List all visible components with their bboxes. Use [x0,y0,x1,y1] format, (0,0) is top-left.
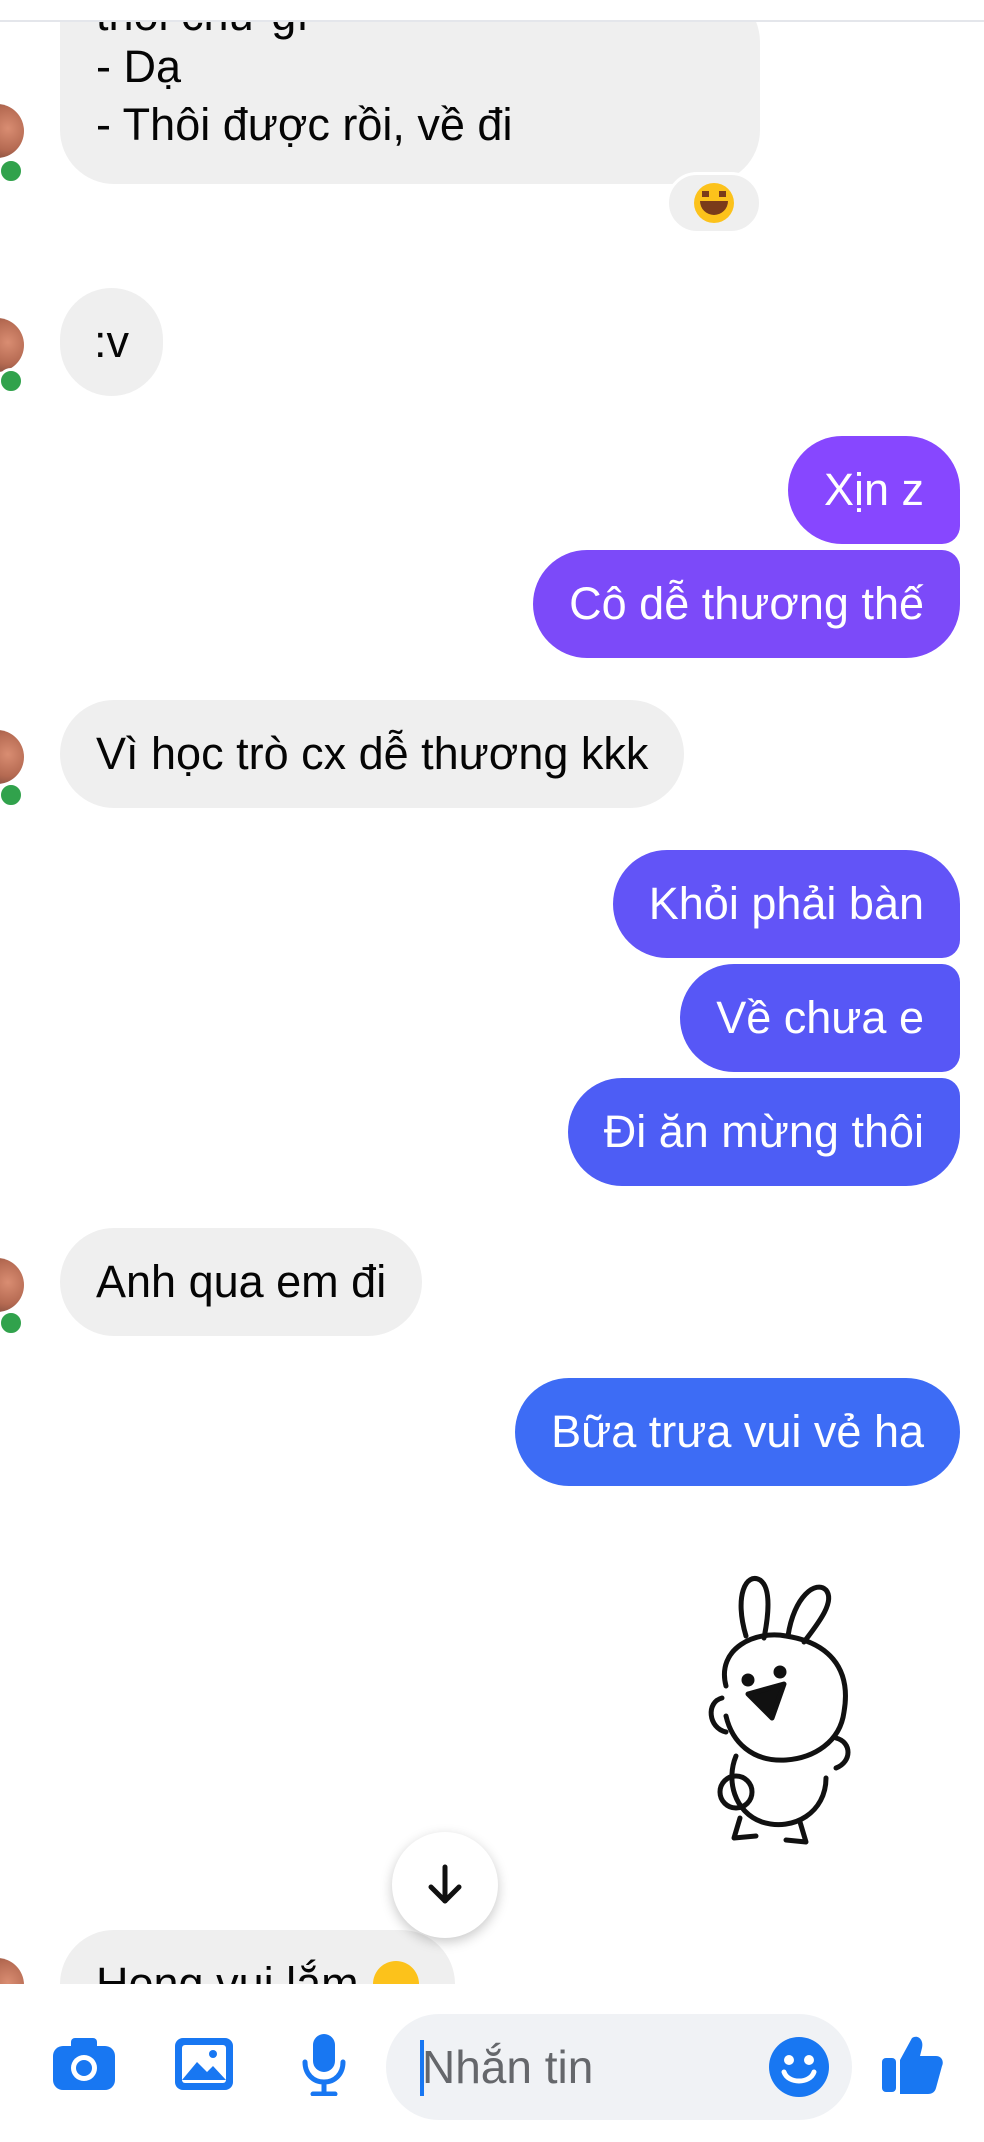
scroll-to-bottom-button[interactable] [392,1832,498,1938]
message-line: - Thôi được rồi, về đi [96,99,513,150]
message-bubble-outgoing[interactable]: Về chưa e [680,964,960,1072]
message-text: Bữa trưa vui vẻ ha [551,1406,924,1457]
online-status-dot [0,158,24,184]
microphone-icon [302,2034,346,2096]
microphone-button[interactable] [288,2028,360,2100]
like-button[interactable] [876,2028,948,2100]
laughing-emoji-icon [694,183,734,223]
message-bubble-outgoing[interactable]: Khỏi phải bàn [612,850,960,958]
avatar[interactable] [0,1258,24,1312]
message-text: Xịn z [823,464,924,515]
message-bubble-outgoing[interactable]: Cô dễ thương thế [533,550,960,658]
message-composer: Nhắn tin [0,1984,984,2142]
camera-button[interactable] [48,2028,120,2100]
message-text: :v [94,316,130,367]
message-text: Khỏi phải bàn [648,878,924,929]
message-bubble-incoming[interactable]: :v [60,288,164,396]
bunny-sticker[interactable] [676,1566,872,1848]
avatar[interactable] [0,318,24,372]
message-text: Anh qua em đi [96,1256,387,1307]
message-input-placeholder: Nhắn tin [422,2041,594,2093]
avatar[interactable] [0,104,24,158]
message-input[interactable]: Nhắn tin [386,2014,852,2120]
message-bubble-outgoing[interactable]: Đi ăn mừng thôi [567,1078,960,1186]
arrow-down-icon [428,1864,462,1904]
message-bubble-incoming[interactable]: Vì học trò cx dễ thương kkk [60,700,685,808]
message-bubble-outgoing[interactable]: Bữa trưa vui vẻ ha [515,1378,960,1486]
gallery-icon [175,2038,233,2090]
message-line: - Dạ [96,41,182,92]
message-text: Cô dễ thương thế [569,578,924,629]
camera-icon [53,2038,115,2090]
message-bubble-incoming[interactable]: Anh qua em đi [60,1228,423,1336]
like-icon [882,2036,943,2094]
message-bubble-incoming[interactable]: thôi chứ gì - Dạ - Thôi được rồi, về đi [60,0,760,184]
message-text: Về chưa e [716,992,924,1043]
online-status-dot [0,1310,24,1336]
header-bar [0,0,984,22]
avatar[interactable] [0,730,24,784]
emoji-icon[interactable] [768,2036,830,2098]
online-status-dot [0,368,24,394]
message-bubble-outgoing[interactable]: Xịn z [787,436,960,544]
message-text: Đi ăn mừng thôi [603,1106,924,1157]
gallery-button[interactable] [168,2028,240,2100]
message-reaction[interactable] [666,172,762,234]
message-text: Vì học trò cx dễ thương kkk [96,728,649,779]
online-status-dot [0,782,24,808]
